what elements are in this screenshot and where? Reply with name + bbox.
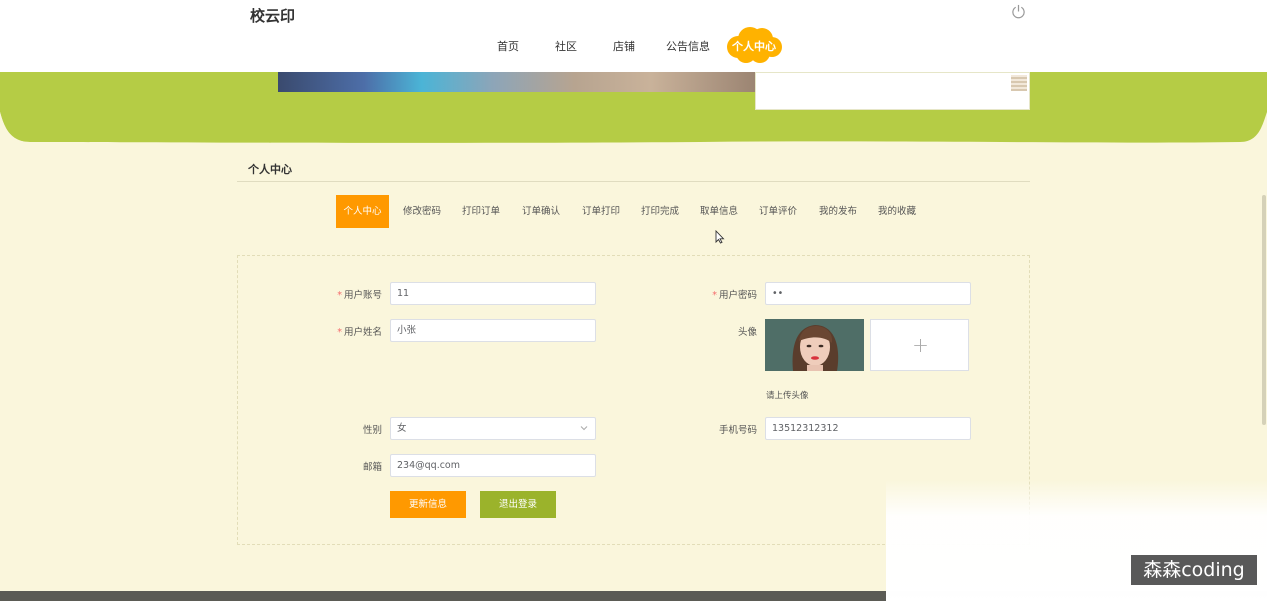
- personal-center-tabs: 个人中心 修改密码 打印订单 订单确认 订单打印 打印完成 取单信息 订单评价 …: [0, 195, 1267, 228]
- nav-item-personal-center[interactable]: 个人中心: [724, 25, 784, 65]
- plus-icon: +: [912, 333, 929, 357]
- account-input[interactable]: 11: [390, 282, 596, 305]
- tab-print-complete[interactable]: 打印完成: [636, 195, 684, 228]
- update-info-button[interactable]: 更新信息: [390, 491, 466, 518]
- tab-order-printing[interactable]: 订单打印: [577, 195, 625, 228]
- banner-image: [278, 72, 756, 92]
- tab-order-confirm[interactable]: 订单确认: [517, 195, 565, 228]
- gender-select-value: 女: [397, 423, 407, 434]
- chevron-down-icon: [580, 426, 588, 431]
- nav-item-community[interactable]: 社区: [555, 38, 577, 54]
- avatar-image[interactable]: [765, 319, 864, 371]
- tab-change-password[interactable]: 修改密码: [398, 195, 446, 228]
- nav-item-home[interactable]: 首页: [497, 38, 519, 54]
- nav-item-announcements[interactable]: 公告信息: [666, 38, 710, 54]
- avatar-upload-tip: 请上传头像: [766, 391, 809, 401]
- avatar-upload-box[interactable]: +: [870, 319, 969, 371]
- top-nav-bar: 校云印 首页 社区 店铺 公告信息 个人中心: [0, 0, 1267, 72]
- phone-label: 手机号码: [718, 425, 757, 436]
- account-label: * 用户账号: [337, 290, 382, 301]
- tab-print-orders[interactable]: 打印订单: [457, 195, 505, 228]
- banner-side-card: [755, 72, 1030, 110]
- main-nav: 首页 社区 店铺 公告信息 个人中心: [0, 24, 1267, 68]
- phone-input[interactable]: 13512312312: [765, 417, 971, 440]
- tab-personal-center[interactable]: 个人中心: [336, 195, 389, 228]
- password-label: * 用户密码: [712, 290, 757, 301]
- page-scrollbar[interactable]: [1262, 195, 1266, 425]
- email-label: 邮箱: [362, 462, 382, 473]
- section-title: 个人中心: [248, 163, 292, 176]
- mouse-cursor-icon: [715, 230, 725, 244]
- avatar-portrait: [765, 319, 864, 371]
- tab-pickup-info[interactable]: 取单信息: [695, 195, 743, 228]
- gender-select[interactable]: 女: [390, 417, 596, 440]
- tab-my-favorites[interactable]: 我的收藏: [873, 195, 921, 228]
- decorative-thumbnail: [1011, 75, 1027, 91]
- power-icon[interactable]: [1011, 4, 1026, 19]
- site-logo[interactable]: 校云印: [250, 5, 295, 26]
- tab-order-review[interactable]: 订单评价: [754, 195, 802, 228]
- avatar-label: 头像: [737, 327, 757, 338]
- nav-item-shop[interactable]: 店铺: [613, 38, 635, 54]
- watermark: 森森coding: [1131, 555, 1257, 585]
- tab-my-posts[interactable]: 我的发布: [814, 195, 862, 228]
- password-input[interactable]: ••: [765, 282, 971, 305]
- name-input[interactable]: 小张: [390, 319, 596, 342]
- name-label: * 用户姓名: [337, 327, 382, 338]
- logout-button[interactable]: 退出登录: [480, 491, 556, 518]
- email-input[interactable]: 234@qq.com: [390, 454, 596, 477]
- nav-item-personal-center-label: 个人中心: [732, 40, 776, 53]
- section-divider: [237, 181, 1030, 182]
- gender-label: 性别: [362, 425, 382, 436]
